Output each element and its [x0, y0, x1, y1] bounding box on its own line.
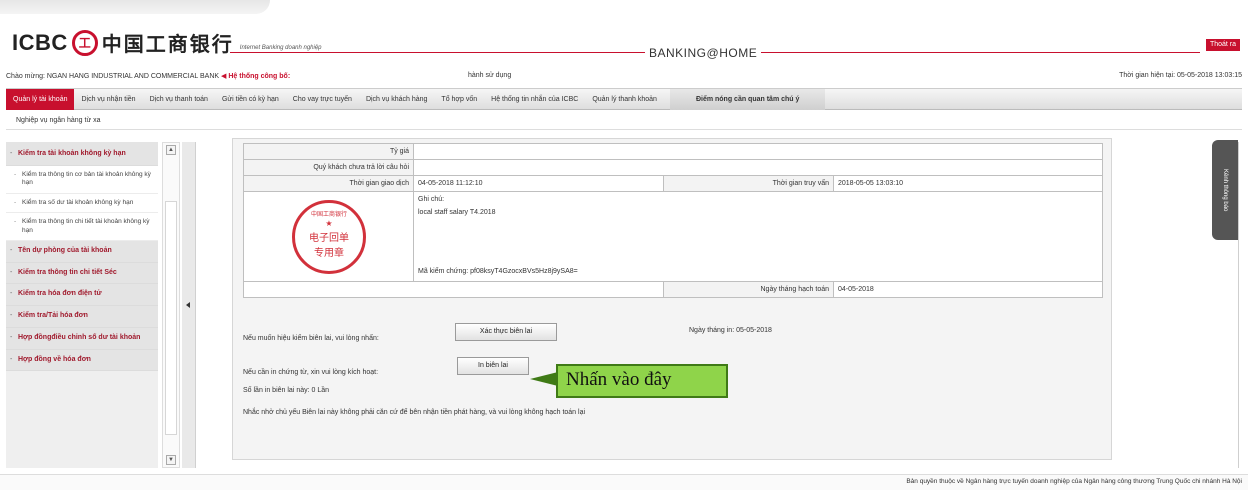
- nav-customer-service[interactable]: Dịch vụ khách hàng: [359, 89, 434, 110]
- logo-text: ICBC: [12, 29, 68, 55]
- icbc-mark-icon: 工: [71, 29, 98, 56]
- reminder-text: Nhắc nhở chủ yếu Biên lai này không phải…: [243, 409, 586, 416]
- notice-ticker: hành sử dụng: [468, 72, 512, 79]
- scroll-down-icon[interactable]: ▼: [166, 455, 176, 465]
- sidebar-scrollbar[interactable]: ▲ ▼: [162, 142, 180, 468]
- nav-liquidity-management[interactable]: Quản lý thanh khoản: [585, 89, 664, 110]
- verify-prompt: Nếu muốn hiệu kiểm biên lai, vui lòng nh…: [243, 335, 379, 342]
- table-row: Thời gian giao dịch 04-05-2018 11:12:10 …: [243, 175, 1103, 192]
- nav-icbc-messaging[interactable]: Hệ thống tin nhắn của ICBC: [484, 89, 585, 110]
- bank-stamp: 中国工商银行 ★ 电子回单 专用章: [292, 200, 366, 274]
- scroll-thumb[interactable]: [165, 201, 177, 435]
- nav-account-management[interactable]: Quản lý tài khoản: [6, 89, 75, 110]
- reply-label: Quý khách chưa trả lời câu hỏi: [243, 159, 414, 176]
- banking-title: BANKING@HOME: [645, 46, 762, 60]
- account-date-label: Ngày tháng hạch toán: [663, 281, 834, 298]
- main-nav: Quản lý tài khoản Dịch vụ nhận tiền Dịch…: [6, 88, 1242, 110]
- verify-code: Mã kiểm chứng: pf08ksyT4GzocxBVs5Hz8j9yS…: [418, 268, 578, 275]
- stamp-line2: 专用章: [314, 248, 344, 259]
- note-text: local staff salary T4.2018: [418, 209, 496, 216]
- speaker-icon: ◀: [221, 73, 227, 80]
- table-row: Quý khách chưa trả lời câu hỏi: [243, 159, 1103, 176]
- logo-chinese: 中国工商银行: [101, 32, 234, 56]
- logo-mark-glyph: 工: [78, 36, 91, 50]
- stamp-cell: 中国工商银行 ★ 电子回单 专用章: [243, 191, 414, 282]
- sidebar-item-invoice-contract[interactable]: Hợp đồng về hóa đơn: [6, 349, 158, 372]
- trans-time-value: 04-05-2018 11:12:10: [413, 175, 664, 192]
- sidebar-sub-detail[interactable]: Kiểm tra thông tin chi tiết tài khoản kh…: [6, 213, 158, 241]
- logout-button[interactable]: Thoát ra: [1206, 39, 1240, 51]
- print-prompt: Nếu cần in chứng từ, xin vui lòng kích h…: [243, 369, 379, 376]
- greeting: Chào mừng: NGAN HANG INDUSTRIAL AND COMM…: [6, 72, 290, 80]
- star-icon: ★: [325, 219, 333, 228]
- system-notice-link[interactable]: Hệ thống công bố:: [228, 73, 290, 80]
- top-tab: [0, 0, 270, 14]
- subnav-remote-banking[interactable]: Nghiệp vụ ngân hàng từ xa: [6, 112, 1242, 130]
- stamp-line1: 电子回单: [309, 233, 349, 244]
- query-time-label: Thời gian truy vấn: [663, 175, 834, 192]
- table-row: Tỷ giá: [243, 143, 1103, 160]
- nav-term-deposit[interactable]: Gửi tiền có kỳ hạn: [215, 89, 286, 110]
- note-label: Ghi chú:: [418, 196, 445, 203]
- greeting-row: Chào mừng: NGAN HANG INDUSTRIAL AND COMM…: [6, 72, 1242, 84]
- sidebar-sub-balance[interactable]: Kiểm tra số dư tài khoản không kỳ hạn: [6, 193, 158, 214]
- click-here-callout: Nhấn vào đây: [556, 364, 728, 398]
- sidebar-item-demand-account[interactable]: Kiểm tra tài khoản không kỳ hạn: [6, 142, 158, 166]
- sidebar-item-cheque[interactable]: Kiểm tra thông tin chi tiết Séc: [6, 262, 158, 285]
- verify-receipt-button[interactable]: Xác thực biên lai: [455, 323, 557, 341]
- rate-value: [413, 143, 1103, 160]
- trans-time-label: Thời gian giao dịch: [243, 175, 414, 192]
- nav-receipt-service[interactable]: Dịch vụ nhận tiền: [74, 89, 142, 110]
- sidebar-item-account-alias[interactable]: Tên dự phòng của tài khoản: [6, 240, 158, 263]
- nav-capital-pool[interactable]: Tổ hợp vốn: [434, 89, 484, 110]
- sidebar-sub-basic-info[interactable]: Kiểm tra thông tin cơ bản tài khoản khôn…: [6, 165, 158, 194]
- print-count: Số lần in biên lai này: 0 Lần: [243, 387, 330, 394]
- print-date: Ngày tháng in: 05-05-2018: [689, 327, 772, 334]
- sidebar-item-balance-contract[interactable]: Hợp đồngđiều chỉnh số dư tài khoản: [6, 327, 158, 350]
- receipt-table: Tỷ giá Quý khách chưa trả lời câu hỏi Th…: [243, 143, 1103, 298]
- sidebar-collapse-bar[interactable]: [182, 142, 196, 468]
- sidebar-item-e-invoice[interactable]: Kiểm tra hóa đơn điện tử: [6, 284, 158, 307]
- greeting-text: Chào mừng: NGAN HANG INDUSTRIAL AND COMM…: [6, 73, 220, 80]
- receipt-panel: Tỷ giá Quý khách chưa trả lời câu hỏi Th…: [232, 138, 1112, 460]
- footer-copyright: Bản quyền thuộc về Ngân hàng trực tuyến …: [0, 474, 1248, 490]
- print-receipt-button[interactable]: In biên lai: [457, 357, 529, 375]
- logo-subtitle: Internet Banking doanh nghiệp: [239, 44, 322, 51]
- empty-cell: [243, 281, 664, 298]
- collapse-arrow-icon[interactable]: [186, 302, 190, 308]
- callout-pointer: [530, 372, 558, 386]
- rate-label: Tỷ giá: [243, 143, 414, 160]
- sidebar: Kiểm tra tài khoản không kỳ hạn Kiểm tra…: [6, 142, 158, 468]
- table-row: Ngày tháng hạch toán 04-05-2018: [243, 281, 1103, 298]
- nav-online-loan[interactable]: Cho vay trực tuyến: [286, 89, 359, 110]
- sidebar-item-download-invoice[interactable]: Kiểm tra/Tải hóa đơn: [6, 306, 158, 328]
- scroll-up-icon[interactable]: ▲: [166, 145, 176, 155]
- query-time-value: 2018-05-05 13:03:10: [833, 175, 1103, 192]
- current-time: Thời gian hiện tại: 05-05-2018 13:03:15: [1119, 72, 1242, 79]
- nav-hot-topics[interactable]: Điểm nóng cần quan tâm chú ý: [669, 89, 826, 110]
- stamp-arc-text: 中国工商银行: [310, 211, 347, 218]
- table-row: 中国工商银行 ★ 电子回单 专用章 Ghi chú: local staff s…: [243, 191, 1103, 282]
- nav-payment-service[interactable]: Dịch vụ thanh toán: [143, 89, 215, 110]
- note-cell: Ghi chú: local staff salary T4.2018 Mã k…: [413, 191, 1103, 282]
- reply-value: [413, 159, 1103, 176]
- account-date-value: 04-05-2018: [833, 281, 1103, 298]
- page: ICBC 工 中国工商银行 Internet Banking doanh ngh…: [0, 0, 1248, 490]
- right-divider: [1238, 142, 1239, 468]
- announcement-tab[interactable]: Kênh thông báo: [1212, 140, 1238, 240]
